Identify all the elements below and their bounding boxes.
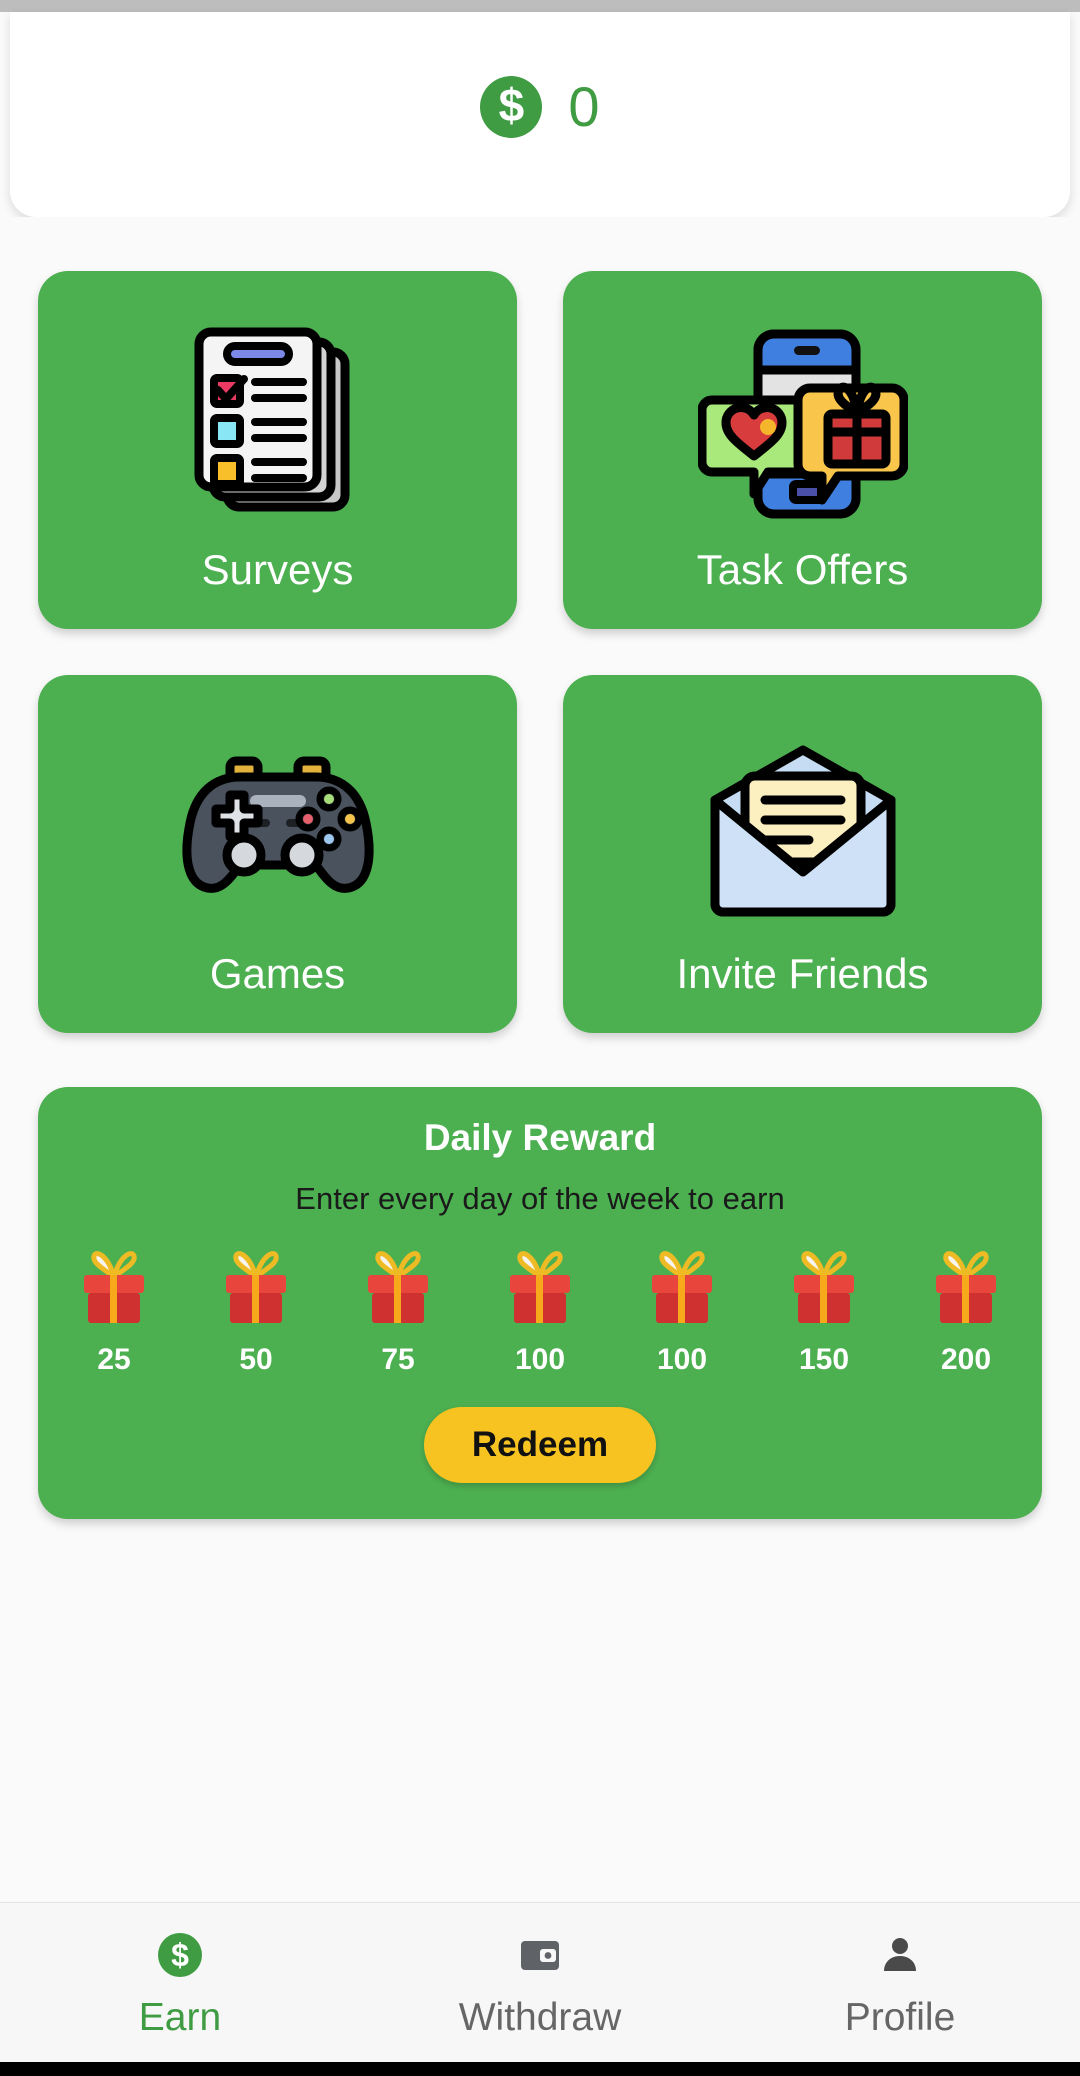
daily-reward-card: Daily Reward Enter every day of the week…	[38, 1087, 1042, 1519]
bottom-navigation-bar: $ Earn Withdraw Profile	[0, 1902, 1080, 2062]
gift-box-icon	[936, 1251, 996, 1323]
tile-label-games: Games	[209, 950, 346, 997]
tile-task-offers[interactable]: Task Offers	[563, 271, 1042, 629]
phone-offers-icon	[563, 305, 1042, 549]
nav-label-earn: Earn	[138, 1995, 222, 2039]
main-content: Surveys Task Offers Games Invite Friends…	[0, 217, 1080, 1902]
daily-reward-subtitle: Enter every day of the week to earn	[295, 1181, 785, 1216]
daily-reward-title: Daily Reward	[423, 1117, 657, 1158]
gift-cell[interactable]: 150	[788, 1251, 860, 1377]
gift-amount: 100	[656, 1343, 708, 1376]
redeem-button[interactable]: Redeem	[423, 1407, 657, 1483]
gift-amount: 100	[514, 1343, 566, 1376]
gift-amount: 50	[239, 1343, 273, 1376]
gift-box-icon	[226, 1251, 286, 1323]
balance-row: $ 0	[480, 74, 600, 139]
person-icon	[876, 1926, 924, 1984]
balance-value: 0	[568, 75, 600, 138]
tile-games[interactable]: Games	[38, 675, 517, 1033]
gift-cell[interactable]: 100	[504, 1251, 576, 1377]
feature-tile-grid: Surveys Task Offers Games Invite Friends	[38, 217, 1042, 1033]
gift-box-icon	[368, 1251, 428, 1323]
dollar-coin-icon: $	[480, 75, 543, 138]
gift-amount: 150	[798, 1343, 850, 1376]
nav-label-profile: Profile	[844, 1995, 956, 2039]
gamepad-icon	[38, 709, 517, 953]
gift-cell[interactable]: 75	[362, 1251, 434, 1377]
gift-cell[interactable]: 25	[78, 1251, 150, 1377]
gift-cell[interactable]: 100	[646, 1251, 718, 1377]
gift-box-icon	[84, 1251, 144, 1323]
gift-amount: 25	[97, 1343, 131, 1376]
status-bar	[0, 0, 1080, 12]
nav-item-earn[interactable]: $ Earn	[0, 1926, 360, 2040]
tile-label-invite-friends: Invite Friends	[676, 950, 929, 997]
dollar-coin-icon: $	[156, 1926, 204, 1984]
gift-amount: 75	[381, 1343, 415, 1376]
tile-invite-friends[interactable]: Invite Friends	[563, 675, 1042, 1033]
open-envelope-icon	[563, 709, 1042, 953]
gift-box-icon	[510, 1251, 570, 1323]
daily-reward-gift-row: 25 50 75 100 100 150 200	[64, 1251, 1016, 1377]
gift-box-icon	[652, 1251, 712, 1323]
gift-cell[interactable]: 50	[220, 1251, 292, 1377]
tile-surveys[interactable]: Surveys	[38, 271, 517, 629]
wallet-icon	[516, 1926, 564, 1984]
gift-box-icon	[794, 1251, 854, 1323]
gift-amount: 200	[940, 1343, 992, 1376]
tile-label-task-offers: Task Offers	[696, 546, 909, 593]
home-indicator	[0, 2062, 1080, 2076]
nav-item-withdraw[interactable]: Withdraw	[360, 1926, 720, 2040]
balance-header-card: $ 0	[10, 12, 1070, 217]
svg-text:$: $	[171, 1937, 189, 1973]
survey-clipboard-icon	[38, 305, 517, 549]
nav-item-profile[interactable]: Profile	[720, 1926, 1080, 2040]
tile-label-surveys: Surveys	[201, 546, 354, 593]
nav-label-withdraw: Withdraw	[458, 1995, 622, 2039]
gift-cell[interactable]: 200	[930, 1251, 1002, 1377]
